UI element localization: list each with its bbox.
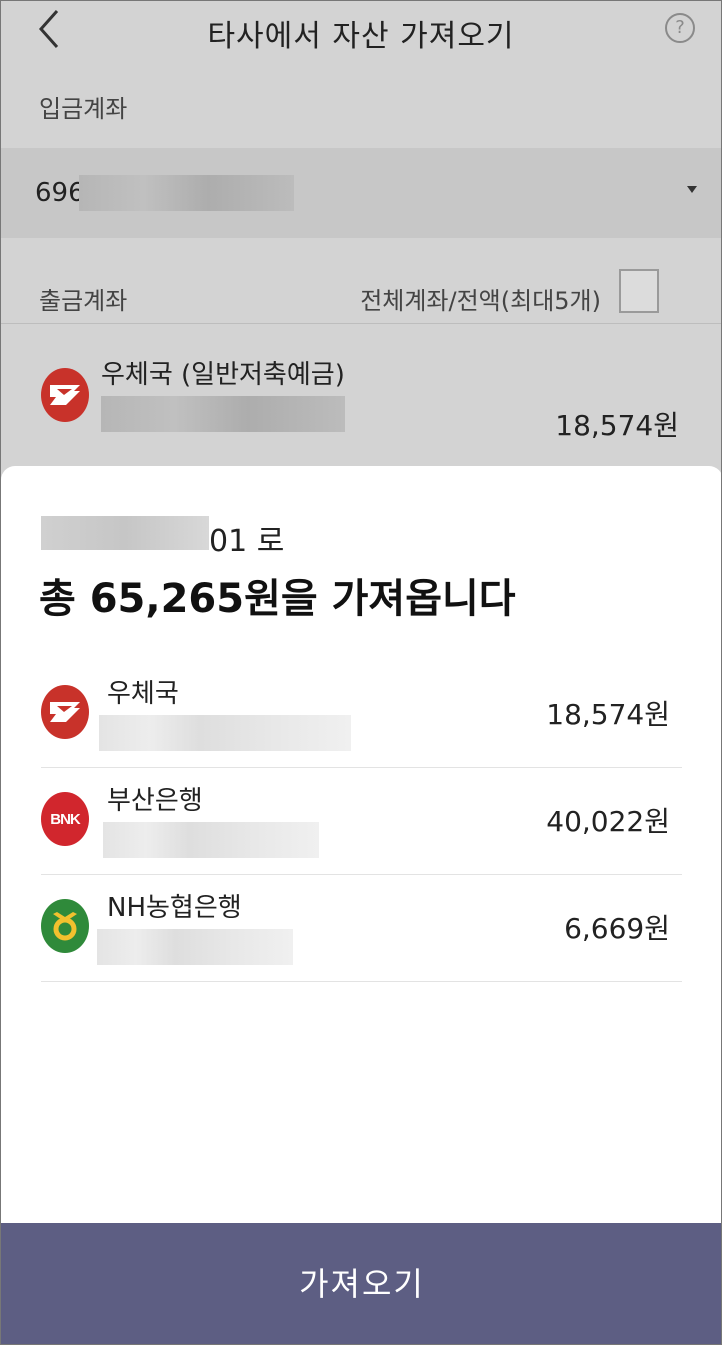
bank-name: 부산은행	[107, 786, 203, 816]
deposit-account-select[interactable]: 696	[1, 148, 721, 238]
nh-icon	[53, 912, 77, 941]
masked-account	[79, 175, 294, 211]
post-office-logo	[41, 368, 89, 422]
top-bar: 타사에서 자산 가져오기 ?	[1, 1, 721, 59]
nh-logo	[41, 899, 89, 953]
masked-account	[99, 715, 351, 751]
masked-account	[97, 929, 293, 965]
bank-name: NH농협은행	[107, 893, 242, 923]
withdraw-account-label: 출금계좌	[39, 287, 128, 315]
list-item: 우체국 18,574원	[41, 661, 682, 768]
withdraw-account-item[interactable]: 우체국 (일반저축예금) 18,574원	[1, 324, 721, 474]
deposit-account-label: 입금계좌	[39, 95, 128, 123]
post-office-icon	[50, 702, 80, 722]
bnk-logo: BNK	[41, 792, 89, 846]
masked-account	[103, 822, 319, 858]
amount: 40,022원	[546, 805, 670, 838]
source-account-list: 우체국 18,574원 BNK 부산은행 40,022원 NH농협은행 6,66…	[41, 661, 682, 982]
transfer-total-headline: 총 65,265원을 가져옵니다	[39, 576, 516, 622]
bank-name: 우체국 (일반저축예금)	[101, 360, 345, 390]
post-office-logo	[41, 685, 89, 739]
confirm-sheet: 01 로 총 65,265원을 가져옵니다 우체국 18,574원 BNK 부산…	[1, 466, 721, 1344]
masked-account	[41, 516, 209, 550]
target-account-suffix: 01 로	[209, 524, 285, 559]
list-item: NH농협은행 6,669원	[41, 875, 682, 982]
all-accounts-label: 전체계좌/전액(최대5개)	[360, 287, 601, 315]
list-item: BNK 부산은행 40,022원	[41, 768, 682, 875]
import-button[interactable]: 가져오기	[1, 1223, 721, 1344]
balance-amount: 18,574원	[555, 409, 679, 442]
bank-name: 우체국	[107, 679, 179, 709]
masked-account	[101, 396, 345, 432]
dropdown-caret-icon	[687, 186, 697, 193]
deposit-account-number: 696	[35, 178, 85, 208]
app-screen: 타사에서 자산 가져오기 ? 입금계좌 696 출금계좌 전체계좌/전액(최대5…	[0, 0, 722, 1345]
page-title: 타사에서 자산 가져오기	[207, 19, 515, 54]
post-office-icon	[50, 385, 80, 405]
amount: 18,574원	[546, 698, 670, 731]
all-accounts-checkbox[interactable]	[619, 269, 659, 313]
amount: 6,669원	[564, 912, 670, 945]
help-icon[interactable]: ?	[665, 13, 695, 43]
